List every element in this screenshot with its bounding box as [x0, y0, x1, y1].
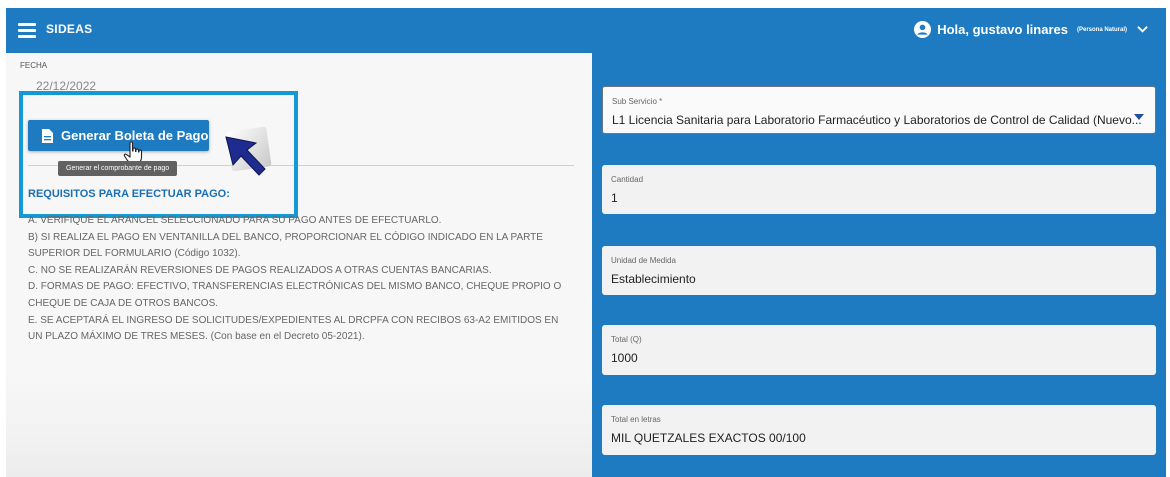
user-menu[interactable]: Hola, gustavo linares (Persona Natural)	[914, 21, 1148, 38]
service-form-panel: Sub Servicio * L1 Licencia Sanitaria par…	[592, 53, 1166, 477]
user-icon	[914, 21, 932, 38]
requirements-list: A. VERIFIQUE EL ARANCEL SELECCIONADO PAR…	[28, 213, 568, 346]
fecha-label: FECHA	[20, 61, 48, 70]
requirement-item: B) SI REALIZA EL PAGO EN VENTANILLA DEL …	[28, 231, 543, 260]
total-field[interactable]: Total (Q) 1000	[602, 325, 1156, 375]
requirement-item: E. SE ACEPTARÁ EL INGRESO DE SOLICITUDES…	[28, 314, 559, 343]
user-type: (Persona Natural)	[1076, 26, 1127, 33]
top-app-bar: SIDEAS Hola, gustavo linares (Persona Na…	[6, 8, 1166, 53]
total-letras-value: MIL QUETZALES EXACTOS 00/100	[611, 431, 806, 445]
total-value: 1000	[611, 351, 638, 365]
unidad-medida-field[interactable]: Unidad de Medida Establecimiento	[602, 246, 1156, 295]
total-letras-label: Total en letras	[611, 415, 661, 424]
sub-servicio-label: Sub Servicio *	[612, 97, 663, 106]
cantidad-label: Cantidad	[611, 175, 644, 184]
unidad-medida-value: Establecimiento	[611, 272, 696, 286]
payment-info-panel: FECHA 22/12/2022 Generar Boleta de Pago …	[6, 53, 592, 477]
total-letras-field[interactable]: Total en letras MIL QUETZALES EXACTOS 00…	[602, 405, 1156, 455]
sub-servicio-select[interactable]: Sub Servicio * L1 Licencia Sanitaria par…	[602, 86, 1156, 134]
requirement-item: D. FORMAS DE PAGO: EFECTIVO, TRANSFERENC…	[28, 281, 562, 309]
requirements-title: REQUISITOS PARA EFECTUAR PAGO:	[28, 188, 230, 200]
total-label: Total (Q)	[611, 335, 642, 344]
requirement-item: A. VERIFIQUE EL ARANCEL SELECCIONADO PAR…	[28, 215, 442, 226]
chevron-down-icon[interactable]	[1137, 25, 1148, 34]
cantidad-field[interactable]: Cantidad 1	[602, 165, 1156, 214]
sub-servicio-value: L1 Licencia Sanitaria para Laboratorio F…	[612, 113, 1142, 127]
dropdown-caret-icon[interactable]	[1134, 114, 1144, 120]
requirement-item: C. NO SE REALIZARÁN REVERSIONES DE PAGOS…	[28, 264, 492, 276]
unidad-medida-label: Unidad de Medida	[611, 256, 676, 265]
app-brand[interactable]: SIDEAS	[46, 22, 92, 36]
user-greeting: Hola, gustavo linares	[937, 22, 1068, 37]
cantidad-value: 1	[611, 191, 618, 205]
menu-icon[interactable]	[18, 23, 36, 38]
